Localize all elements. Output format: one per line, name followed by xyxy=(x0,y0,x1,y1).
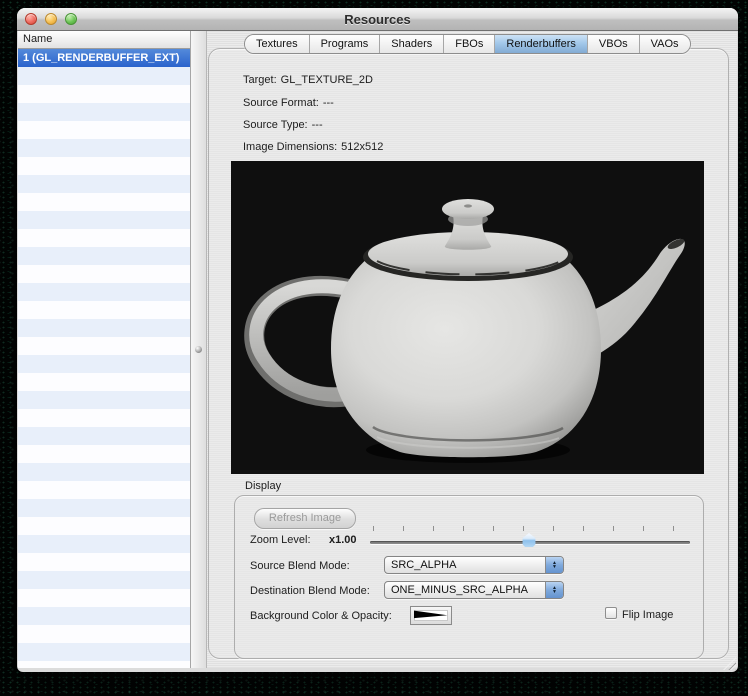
tab-renderbuffers[interactable]: Renderbuffers xyxy=(495,35,588,53)
resource-sidebar: Name 1 (GL_RENDERBUFFER_EXT) xyxy=(18,31,190,668)
main-pane: Textures Programs Shaders FBOs Renderbuf… xyxy=(207,31,737,668)
flip-image-label: Flip Image xyxy=(622,609,673,621)
list-row-empty xyxy=(18,517,190,535)
list-row-empty xyxy=(18,409,190,427)
list-row-empty xyxy=(18,625,190,643)
source-blend-popup[interactable]: SRC_ALPHA ▲▼ xyxy=(384,556,564,574)
list-row-empty xyxy=(18,337,190,355)
source-format-value: --- xyxy=(323,97,334,109)
tab-shaders[interactable]: Shaders xyxy=(380,35,444,53)
list-row-empty xyxy=(18,481,190,499)
list-row-empty xyxy=(18,283,190,301)
list-row-empty xyxy=(18,247,190,265)
flip-image-checkbox[interactable] xyxy=(605,607,617,619)
background-color-label: Background Color & Opacity: xyxy=(250,610,392,622)
list-row-empty xyxy=(18,229,190,247)
list-row-empty xyxy=(18,85,190,103)
source-format-info: Source Format: --- xyxy=(243,97,334,109)
tab-programs[interactable]: Programs xyxy=(310,35,381,53)
source-type-value: --- xyxy=(312,119,323,131)
resource-list xyxy=(18,67,190,668)
list-row-empty xyxy=(18,463,190,481)
list-row-empty xyxy=(18,265,190,283)
source-blend-value: SRC_ALPHA xyxy=(385,559,545,571)
list-row-empty xyxy=(18,391,190,409)
tab-vbos[interactable]: VBOs xyxy=(588,35,640,53)
utah-teapot-render xyxy=(231,161,704,474)
tab-fbos[interactable]: FBOs xyxy=(444,35,495,53)
list-row-empty xyxy=(18,373,190,391)
list-row-empty xyxy=(18,643,190,661)
refresh-image-button[interactable]: Refresh Image xyxy=(254,508,356,529)
source-blend-label: Source Blend Mode: xyxy=(250,560,350,572)
texture-preview-image xyxy=(231,161,704,474)
list-row-empty xyxy=(18,499,190,517)
image-dimensions-value: 512x512 xyxy=(341,141,383,153)
display-group-box: Refresh Image Zoom Level: x1.00 Source B… xyxy=(234,495,704,659)
list-row-empty xyxy=(18,589,190,607)
resource-list-item-selected[interactable]: 1 (GL_RENDERBUFFER_EXT) xyxy=(18,49,190,67)
list-row-empty xyxy=(18,211,190,229)
list-row-empty xyxy=(18,157,190,175)
list-row-empty xyxy=(18,301,190,319)
list-row-empty xyxy=(18,319,190,337)
list-row-empty xyxy=(18,571,190,589)
background-color-well[interactable] xyxy=(410,606,452,625)
target-info: Target: GL_TEXTURE_2D xyxy=(243,74,373,86)
zoom-slider-thumb[interactable] xyxy=(522,533,536,547)
dest-blend-label: Destination Blend Mode: xyxy=(250,585,370,597)
list-row-empty xyxy=(18,139,190,157)
zoom-level-label: Zoom Level: xyxy=(250,534,311,546)
tab-vaos[interactable]: VAOs xyxy=(640,35,690,53)
dest-blend-popup[interactable]: ONE_MINUS_SRC_ALPHA ▲▼ xyxy=(384,581,564,599)
list-row-empty xyxy=(18,535,190,553)
popup-arrows-icon: ▲▼ xyxy=(545,582,563,598)
source-type-label: Source Type: xyxy=(243,119,308,131)
target-label: Target: xyxy=(243,74,277,86)
image-dimensions-info: Image Dimensions: 512x512 xyxy=(243,141,383,153)
resources-window: Resources Name 1 (GL_RENDERBUFFER_EXT) T… xyxy=(17,8,738,672)
window-title: Resources xyxy=(17,12,738,27)
list-row-empty xyxy=(18,193,190,211)
list-row-empty xyxy=(18,427,190,445)
tab-bar: Textures Programs Shaders FBOs Renderbuf… xyxy=(244,34,691,54)
image-dimensions-label: Image Dimensions: xyxy=(243,141,337,153)
tab-textures[interactable]: Textures xyxy=(245,35,310,53)
slider-tick-marks xyxy=(373,526,675,531)
list-row-empty xyxy=(18,175,190,193)
list-row-empty xyxy=(18,103,190,121)
title-bar[interactable]: Resources xyxy=(17,8,738,31)
list-row-empty xyxy=(18,121,190,139)
list-row-empty xyxy=(18,355,190,373)
list-row-empty xyxy=(18,607,190,625)
sidebar-splitter[interactable] xyxy=(190,31,207,668)
splitter-handle-icon[interactable] xyxy=(195,346,202,353)
color-opacity-swatch-icon xyxy=(414,610,448,621)
display-group-label: Display xyxy=(245,480,281,492)
desktop-background: Resources Name 1 (GL_RENDERBUFFER_EXT) T… xyxy=(0,0,748,696)
source-type-info: Source Type: --- xyxy=(243,119,323,131)
dest-blend-value: ONE_MINUS_SRC_ALPHA xyxy=(385,584,545,596)
list-row-empty xyxy=(18,67,190,85)
list-row-empty xyxy=(18,553,190,571)
name-column-header[interactable]: Name xyxy=(18,31,190,49)
source-format-label: Source Format: xyxy=(243,97,319,109)
target-value: GL_TEXTURE_2D xyxy=(281,74,373,86)
popup-arrows-icon: ▲▼ xyxy=(545,557,563,573)
zoom-level-value: x1.00 xyxy=(329,534,357,546)
list-row-empty xyxy=(18,445,190,463)
list-row-empty xyxy=(18,661,190,668)
